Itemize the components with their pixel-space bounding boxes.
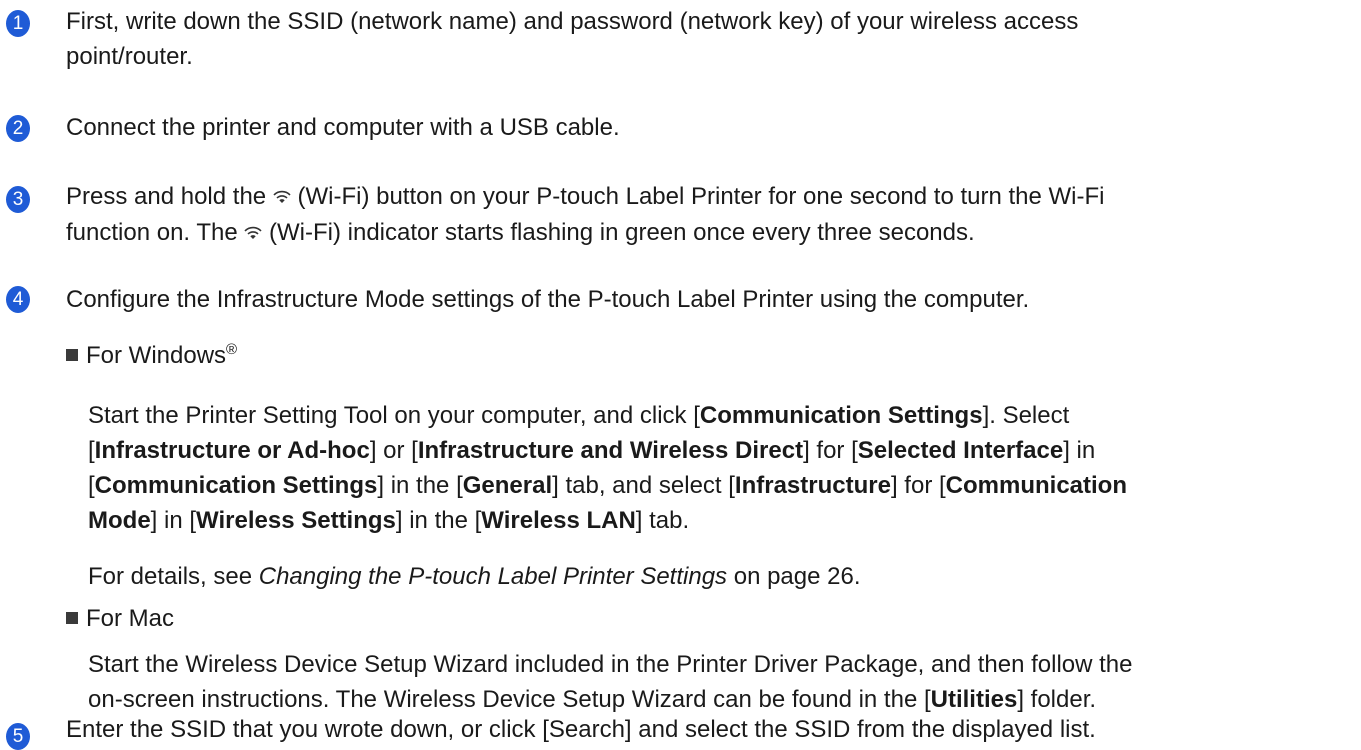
step-number-badge: 2 (6, 115, 30, 142)
step-5-text: Enter the SSID that you wrote down, or c… (66, 716, 1096, 743)
step-number-badge: 1 (6, 10, 30, 37)
wifi-icon (244, 226, 262, 239)
step-2-text: Connect the printer and computer with a … (66, 114, 620, 141)
windows-instructions-line-2: [Infrastructure or Ad-hoc] or [Infrastru… (88, 437, 1096, 464)
square-bullet-icon (66, 612, 78, 624)
bullet-mac: For Mac (66, 603, 174, 635)
mac-instructions-line-1: Start the Wireless Device Setup Wizard i… (88, 651, 1133, 678)
step-number-badge: 5 (6, 723, 30, 750)
windows-instructions-line-4: Mode] in [Wireless Settings] in the [Wir… (88, 507, 690, 534)
step-3-text-line-2: function on. The (Wi-Fi) indicator start… (66, 219, 975, 246)
step-1-text-line-1: First, write down the SSID (network name… (66, 8, 1079, 35)
windows-instructions-line-1: Start the Printer Setting Tool on your c… (88, 402, 1070, 429)
windows-instructions-line-3: [Communication Settings] in the [General… (88, 472, 1127, 499)
step-4-text: Configure the Infrastructure Mode settin… (66, 286, 1030, 313)
mac-instructions-line-2: on-screen instructions. The Wireless Dev… (88, 686, 1097, 713)
step-number-badge: 4 (6, 286, 30, 313)
windows-details-reference: For details, see Changing the P-touch La… (88, 563, 861, 590)
step-1-text-line-2: point/router. (66, 43, 193, 70)
page-reference-link[interactable]: Changing the P-touch Label Printer Setti… (259, 563, 727, 590)
bullet-windows: For Windows® (66, 340, 237, 372)
step-number-badge: 3 (6, 186, 30, 213)
square-bullet-icon (66, 349, 78, 361)
wifi-icon (273, 190, 291, 203)
step-3-text-line-1: Press and hold the (Wi-Fi) button on you… (66, 183, 1105, 210)
